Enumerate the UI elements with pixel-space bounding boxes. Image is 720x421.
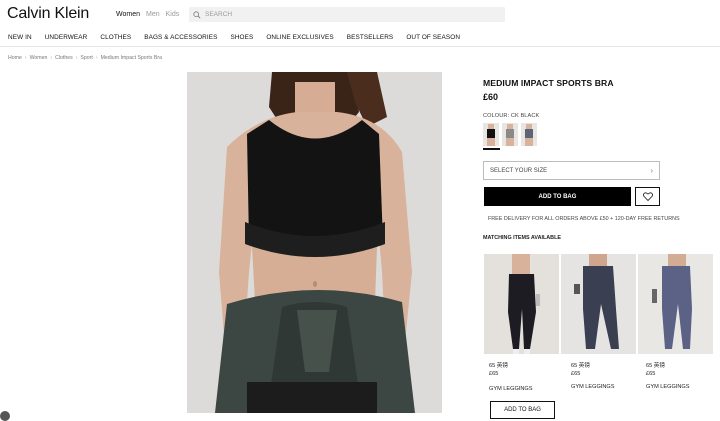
nav-divider: [0, 46, 720, 47]
matching-item-image[interactable]: [638, 254, 713, 354]
breadcrumb-women[interactable]: Women: [30, 55, 48, 61]
breadcrumb-home[interactable]: Home: [8, 55, 22, 61]
breadcrumb: Home › Women › Clothes › Sport › Medium Impa…: [8, 55, 162, 61]
delivery-info: FREE DELIVERY FOR ALL ORDERS ABOVE £50 +…: [488, 216, 680, 222]
breadcrumb-separator: ›: [95, 55, 98, 61]
colour-label: COLOUR: CK BLACK: [483, 113, 540, 119]
gender-tabs: Women Men Kids: [116, 11, 179, 18]
matching-item-image[interactable]: [484, 254, 559, 354]
matching-item-price: £65: [571, 371, 581, 377]
matching-item-name[interactable]: GYM LEGGINGS: [571, 384, 615, 390]
swatch-slate[interactable]: [521, 123, 537, 146]
nav-bestsellers[interactable]: BESTSELLERS: [347, 34, 394, 41]
nav-online-exclusives[interactable]: ONLINE EXCLUSIVES: [266, 34, 333, 41]
scroll-indicator: [0, 411, 10, 421]
product-title: MEDIUM IMPACT SPORTS BRA: [483, 78, 614, 88]
swatch-selected-indicator: [483, 148, 500, 150]
product-main-image[interactable]: [187, 72, 442, 413]
breadcrumb-clothes[interactable]: Clothes: [55, 55, 73, 61]
swatch-grey[interactable]: [502, 123, 518, 146]
tab-men[interactable]: Men: [146, 11, 160, 18]
breadcrumb-separator: ›: [75, 55, 78, 61]
swatch-black[interactable]: [483, 123, 499, 146]
heart-icon: [642, 192, 653, 201]
nav-bags-accessories[interactable]: BAGS & ACCESSORIES: [144, 34, 217, 41]
breadcrumb-separator: ›: [24, 55, 27, 61]
search-icon: [193, 10, 201, 18]
add-to-bag-button[interactable]: ADD TO BAG: [484, 187, 631, 206]
nav-new-in[interactable]: NEW IN: [8, 34, 32, 41]
matching-add-to-bag-button[interactable]: ADD TO BAG: [490, 401, 555, 419]
matching-item-price: £65: [489, 371, 499, 377]
product-price: £60: [483, 92, 499, 102]
nav-underwear[interactable]: UNDERWEAR: [45, 34, 88, 41]
nav-clothes[interactable]: CLOTHES: [100, 34, 131, 41]
matching-items-title: MATCHING ITEMS AVAILABLE: [483, 235, 561, 241]
model-illustration: [187, 72, 442, 413]
nav-out-of-season[interactable]: OUT OF SEASON: [406, 34, 460, 41]
matching-item-name[interactable]: GYM LEGGINGS: [646, 384, 690, 390]
search-bar[interactable]: [189, 7, 505, 22]
size-select[interactable]: SELECT YOUR SIZE ›: [483, 161, 660, 180]
matching-item-name[interactable]: GYM LEGGINGS: [489, 386, 533, 392]
tab-women[interactable]: Women: [116, 11, 140, 18]
brand-logo[interactable]: Calvin Klein: [7, 5, 89, 23]
matching-item-code: 65 英镑: [571, 363, 590, 369]
matching-item-code: 65 英镑: [489, 363, 508, 369]
tab-kids[interactable]: Kids: [166, 11, 180, 18]
chevron-right-icon: ›: [650, 166, 653, 175]
matching-item-price: £65: [646, 371, 656, 377]
breadcrumb-current: Medium Impact Sports Bra: [100, 55, 162, 61]
matching-item-code: 65 英镑: [646, 363, 665, 369]
matching-item-image[interactable]: [561, 254, 636, 354]
breadcrumb-separator: ›: [50, 55, 53, 61]
colour-swatches: [483, 123, 537, 146]
nav-shoes[interactable]: SHOES: [230, 34, 253, 41]
search-input[interactable]: [205, 11, 485, 18]
wishlist-button[interactable]: [635, 187, 660, 206]
breadcrumb-sport[interactable]: Sport: [80, 55, 92, 61]
size-select-label: SELECT YOUR SIZE: [490, 167, 548, 174]
main-nav: NEW IN UNDERWEAR CLOTHES BAGS & ACCESSOR…: [8, 34, 473, 41]
